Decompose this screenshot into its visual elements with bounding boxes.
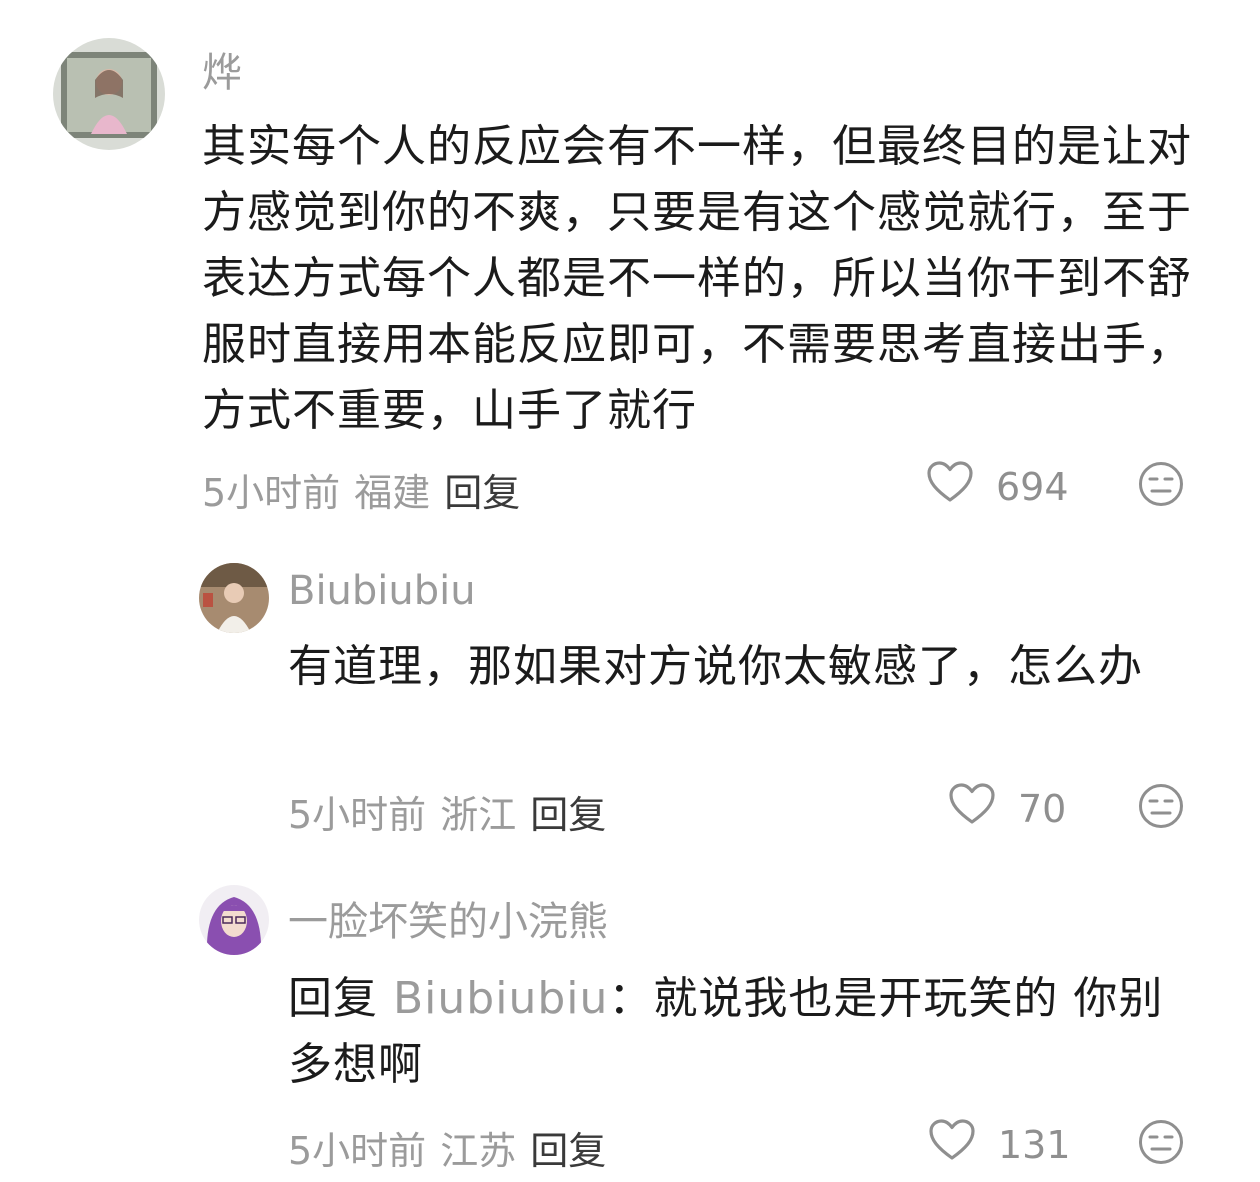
comment-text: 其实每个人的反应会有不一样，但最终目的是让对方感觉到你的不爽，只要是有这个感觉就… (202, 121, 1192, 436)
heart-outline-icon (926, 460, 974, 513)
comment-meta: 5小时前 浙江 回复 (288, 784, 606, 839)
comment-time: 5小时前 (202, 471, 341, 515)
avatar[interactable] (53, 38, 165, 150)
avatar[interactable] (199, 885, 269, 955)
avatar[interactable] (199, 563, 269, 633)
reply-button[interactable]: 回复 (444, 462, 520, 517)
neutral-face-icon (1138, 462, 1184, 511)
comment-username[interactable]: Biubiubiu (288, 568, 476, 614)
reply-button[interactable]: 回复 (530, 1120, 606, 1175)
comment-time: 5小时前 (288, 1129, 427, 1173)
like-count: 131 (998, 1122, 1071, 1167)
reply-prefix: 回复 (288, 973, 378, 1024)
heart-outline-icon (948, 782, 996, 835)
like-count: 694 (996, 464, 1069, 509)
heart-outline-icon (928, 1118, 976, 1171)
reply-colon: ： (608, 973, 654, 1024)
comment-meta: 5小时前 江苏 回复 (288, 1120, 606, 1175)
like-button[interactable]: 131 (928, 1118, 1071, 1171)
like-button[interactable]: 70 (948, 782, 1066, 835)
like-button[interactable]: 694 (926, 460, 1069, 513)
dislike-button[interactable] (1138, 1119, 1184, 1165)
neutral-face-icon (1138, 784, 1184, 833)
comment-location: 福建 (354, 471, 431, 515)
comment-location: 江苏 (440, 1129, 517, 1173)
comment-text: 回复 Biubiubiu：就说我也是开玩笑的 你别多想啊 (288, 966, 1203, 1098)
like-count: 70 (1018, 786, 1067, 831)
comment-text: 有道理，那如果对方说你太敏感了，怎么办 (288, 641, 1143, 692)
comment-username[interactable]: 一脸坏笑的小浣熊 (288, 889, 608, 947)
comment-username[interactable]: 烨 (202, 40, 242, 98)
dislike-button[interactable] (1138, 461, 1184, 507)
comment-location: 浙江 (440, 793, 517, 837)
dislike-button[interactable] (1138, 783, 1184, 829)
mention-username[interactable]: Biubiubiu (393, 973, 608, 1024)
reply-button[interactable]: 回复 (530, 784, 606, 839)
comment-meta: 5小时前 福建 回复 (202, 462, 520, 517)
comment-time: 5小时前 (288, 793, 427, 837)
neutral-face-icon (1138, 1120, 1184, 1169)
